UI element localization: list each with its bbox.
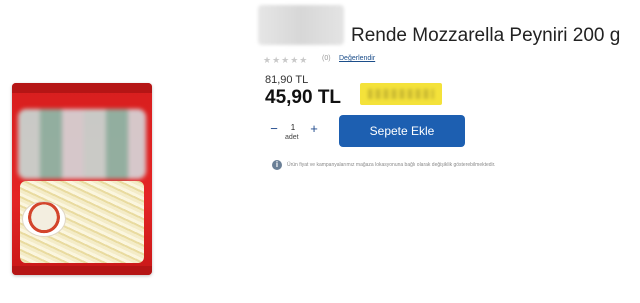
info-icon: i [272,160,282,170]
quantity-increase-button[interactable]: + [307,122,321,137]
bowl-graphic [22,201,66,237]
product-title: Rende Mozzarella Peyniri 200 g [351,25,621,46]
price-info-note: Ürün fiyat ve kampanyalarımız mağaza lok… [287,162,496,168]
blurred-campaign-badge [360,83,442,105]
rating-stars-icon[interactable]: ★★★★★ [263,55,308,66]
quantity-input[interactable]: 1 [283,121,303,135]
review-link[interactable]: Değerlendir [339,55,375,62]
quantity-unit-label: adet [285,134,299,141]
product-package [12,83,152,275]
quantity-decrease-button[interactable]: − [267,122,281,137]
package-bottom-seal [12,266,152,275]
old-price: 81,90 TL [265,74,309,86]
product-image [12,83,152,275]
package-top-seal [12,83,152,93]
rating-count: (0) [322,55,331,62]
blurred-brand-logo [18,109,146,179]
current-price: 45,90 TL [265,87,342,108]
blurred-brand-name [258,5,344,45]
add-to-cart-button[interactable]: Sepete Ekle [339,115,465,147]
